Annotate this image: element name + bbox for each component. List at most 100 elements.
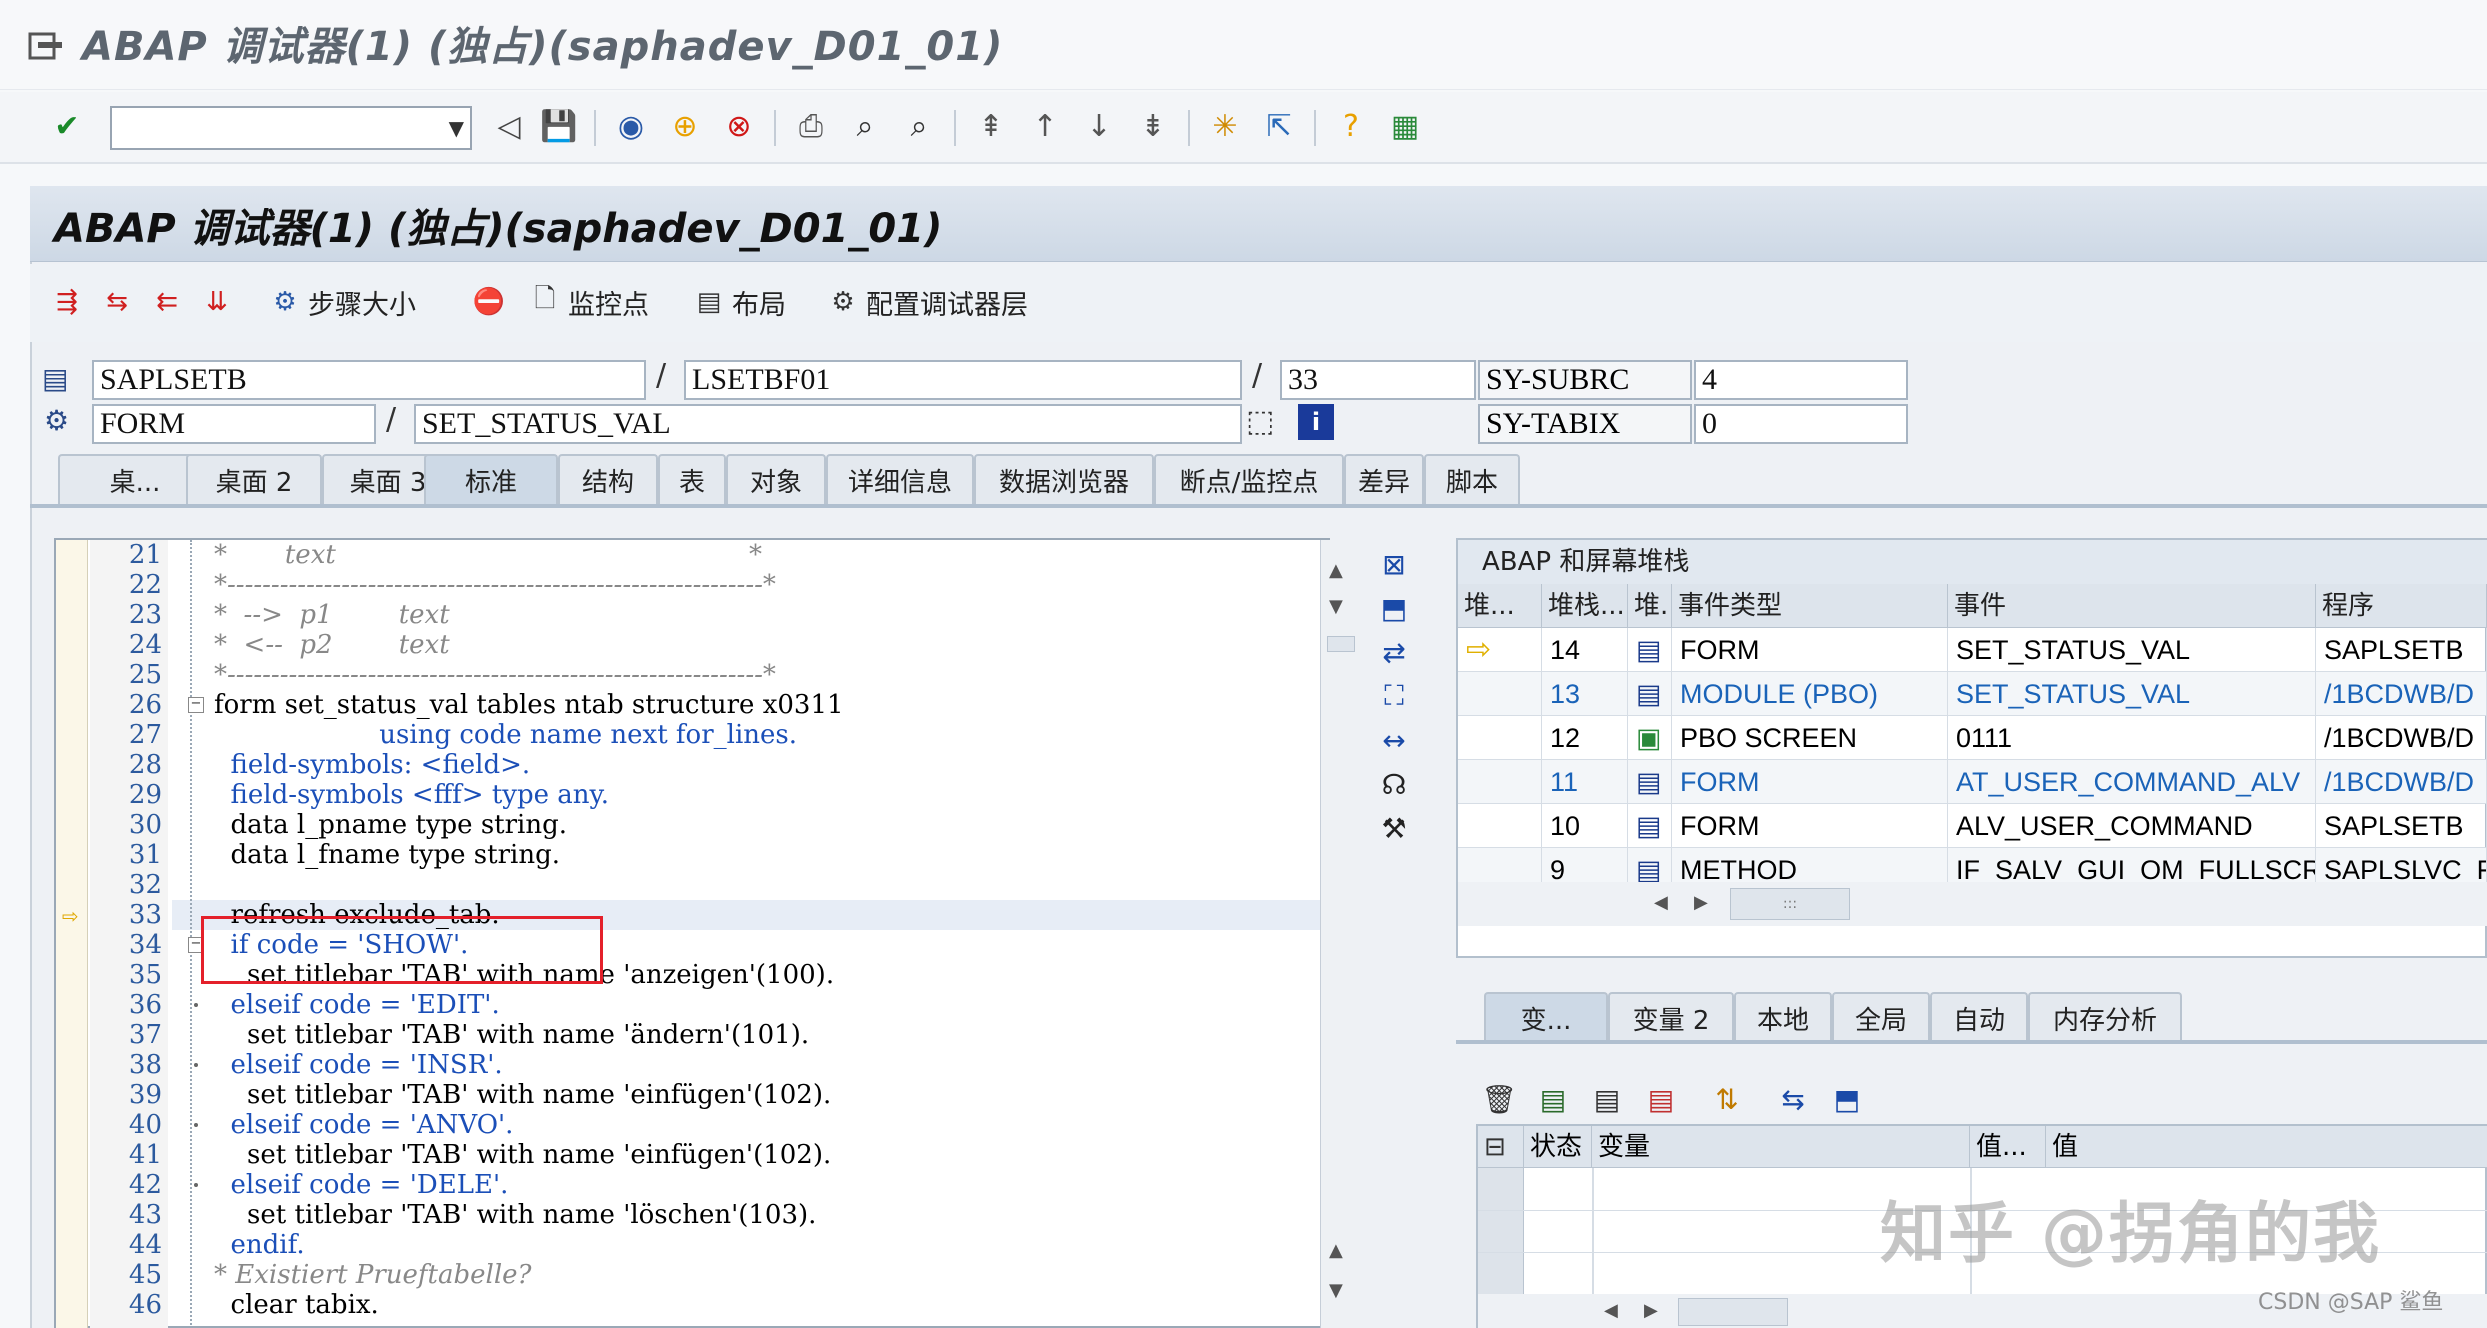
editor-scrollbar[interactable]: ▲ ▼ ▲ ▼ xyxy=(1320,540,1360,1328)
enter-icon[interactable]: ✔ xyxy=(46,106,88,148)
delete-icon[interactable]: 🗑 xyxy=(1478,1078,1520,1120)
close-tool-icon[interactable]: ⊠ xyxy=(1374,544,1414,584)
select-all-icon[interactable]: ⊟ xyxy=(1478,1126,1524,1168)
scroll-right-icon[interactable]: ▶ xyxy=(1644,1300,1658,1321)
step-size-button[interactable]: ⚙ 步骤大小 xyxy=(266,282,416,322)
transfer-icon[interactable]: ⇆ xyxy=(1772,1078,1814,1120)
cancel-icon[interactable]: ⊗ xyxy=(718,106,760,148)
tab-table[interactable]: 表 xyxy=(658,454,726,504)
tab-standard[interactable]: 标准 xyxy=(424,454,558,504)
swap-tool-icon[interactable]: ⇄ xyxy=(1374,632,1414,672)
maximize-tool-icon[interactable]: ⛶ xyxy=(1374,676,1414,716)
command-field[interactable]: ▼ xyxy=(110,106,472,150)
previous-page-icon[interactable]: ↑ xyxy=(1024,106,1066,148)
event-type-field[interactable]: FORM xyxy=(92,404,376,444)
tab-variables-2[interactable]: 变量 2 xyxy=(1608,992,1734,1042)
append-row-icon[interactable]: ▤ xyxy=(1586,1078,1628,1120)
scroll-thumb[interactable] xyxy=(1327,636,1355,652)
tab-auto[interactable]: 自动 xyxy=(1930,992,2028,1042)
sy-subrc-field[interactable]: 4 xyxy=(1694,360,1908,400)
scroll-up-icon[interactable]: ▲ xyxy=(1329,1240,1343,1261)
delete-row-icon[interactable]: ▤ xyxy=(1640,1078,1682,1120)
column-header[interactable]: 堆. xyxy=(1628,584,1672,628)
shortcut-icon[interactable]: ⇱ xyxy=(1258,106,1300,148)
back-arrow-icon[interactable]: ◁ xyxy=(488,106,530,148)
code-line: * <-- p2 text xyxy=(214,630,450,660)
customize-layout-icon[interactable]: ▦ xyxy=(1384,106,1426,148)
new-tool-icon[interactable]: ⬒ xyxy=(1374,588,1414,628)
scroll-thumb[interactable] xyxy=(1678,1298,1788,1326)
stop-button[interactable]: ⛔ xyxy=(470,282,512,322)
help-icon[interactable]: ? xyxy=(1330,106,1372,148)
open-icon[interactable]: ⬒ xyxy=(1826,1078,1868,1120)
tab-data-explorer[interactable]: 数据浏览器 xyxy=(974,454,1154,504)
find-next-icon[interactable]: ⌕ xyxy=(898,106,940,148)
line-field[interactable]: 33 xyxy=(1280,360,1476,400)
stack-row[interactable]: ⇨ 14 ▤ FORM SET_STATUS_VAL SAPLSETB xyxy=(1458,628,2487,672)
include-field[interactable]: LSETBF01 xyxy=(684,360,1242,400)
stack-row[interactable]: 10 ▤ FORM ALV_USER_COMMAND SAPLSETB xyxy=(1458,804,2487,848)
stack-row[interactable]: 12 ▣ PBO SCREEN 0111 /1BCDWB/D xyxy=(1458,716,2487,760)
navigate-icon[interactable]: ⬚ xyxy=(1246,404,1274,439)
first-page-icon[interactable]: ⇞ xyxy=(970,106,1012,148)
return-button[interactable]: ⇇ xyxy=(148,282,190,322)
scroll-right-icon[interactable]: ▶ xyxy=(1694,892,1708,913)
layout-button[interactable]: ▤ 布局 xyxy=(690,282,786,322)
settings-tool-icon[interactable]: ⚒ xyxy=(1374,808,1414,848)
config-layers-button[interactable]: ⚙ 配置调试器层 xyxy=(824,282,1028,322)
tab-details[interactable]: 详细信息 xyxy=(826,454,974,504)
tab-breakpoints[interactable]: 断点/监控点 xyxy=(1154,454,1344,504)
execute-button[interactable]: ⇆ xyxy=(98,282,140,322)
next-page-icon[interactable]: ↓ xyxy=(1078,106,1120,148)
new-session-icon[interactable]: ✳ xyxy=(1204,106,1246,148)
scroll-down-icon[interactable]: ▼ xyxy=(1329,596,1343,617)
stack-row[interactable]: 11 ▤ FORM AT_USER_COMMAND_ALV /1BCDWB/D xyxy=(1458,760,2487,804)
single-step-button[interactable]: ⇶ xyxy=(48,282,90,322)
tab-global[interactable]: 全局 xyxy=(1832,992,1930,1042)
sort-icon[interactable]: ⇅ xyxy=(1706,1078,1748,1120)
tab-variables-1[interactable]: 变... xyxy=(1484,992,1608,1042)
insert-row-icon[interactable]: ▤ xyxy=(1532,1078,1574,1120)
scroll-left-icon[interactable]: ◀ xyxy=(1604,1300,1618,1321)
tab-structure[interactable]: 结构 xyxy=(558,454,658,504)
column-header[interactable]: 事件 xyxy=(1948,584,2316,628)
find-icon[interactable]: ⌕ xyxy=(844,106,886,148)
last-page-icon[interactable]: ⇟ xyxy=(1132,106,1174,148)
column-header[interactable]: 值... xyxy=(1970,1126,2046,1168)
tab-local[interactable]: 本地 xyxy=(1734,992,1832,1042)
print-icon[interactable]: ⎙ xyxy=(790,106,832,148)
stack-horizontal-scrollbar[interactable]: ◀ ▶ ::: xyxy=(1458,882,2487,926)
fold-toggle-icon[interactable]: − xyxy=(188,697,204,713)
column-header[interactable]: 事件类型 xyxy=(1672,584,1948,628)
sy-tabix-field[interactable]: 0 xyxy=(1694,404,1908,444)
back-icon[interactable]: ◉ xyxy=(610,106,652,148)
breakpoint-gutter[interactable] xyxy=(56,540,88,1328)
services-tool-icon[interactable]: ☊ xyxy=(1374,764,1414,804)
scroll-left-icon[interactable]: ◀ xyxy=(1654,892,1668,913)
continue-button[interactable]: ⇊ xyxy=(198,282,240,322)
tab-desktop-2[interactable]: 桌面 2 xyxy=(186,454,322,504)
column-header[interactable]: 程序 xyxy=(2316,584,2487,628)
info-icon[interactable]: i xyxy=(1298,404,1334,440)
window-menu-icon[interactable] xyxy=(28,30,66,62)
tab-objects[interactable]: 对象 xyxy=(726,454,826,504)
column-header[interactable]: 值 xyxy=(2046,1126,2487,1168)
tab-script[interactable]: 脚本 xyxy=(1424,454,1520,504)
scroll-thumb[interactable]: ::: xyxy=(1730,888,1850,920)
tab-diff[interactable]: 差异 xyxy=(1344,454,1424,504)
resize-tool-icon[interactable]: ↔ xyxy=(1374,720,1414,760)
program-field[interactable]: SAPLSETB xyxy=(92,360,646,400)
watchpoint-button[interactable]: 🗋 监控点 xyxy=(526,282,649,322)
stack-row[interactable]: 13 ▤ MODULE (PBO) SET_STATUS_VAL /1BCDWB… xyxy=(1458,672,2487,716)
exit-icon[interactable]: ⊕ xyxy=(664,106,706,148)
column-header[interactable]: 堆栈... xyxy=(1542,584,1628,628)
column-header[interactable]: 堆... xyxy=(1458,584,1542,628)
column-header[interactable]: 状态 xyxy=(1524,1126,1592,1168)
tab-memory-analysis[interactable]: 内存分析 xyxy=(2028,992,2182,1042)
save-icon[interactable]: 💾 xyxy=(538,106,580,148)
scroll-up-icon[interactable]: ▲ xyxy=(1329,560,1343,581)
column-header[interactable]: 变量 xyxy=(1592,1126,1970,1168)
event-name-field[interactable]: SET_STATUS_VAL xyxy=(414,404,1242,444)
scroll-down-icon[interactable]: ▼ xyxy=(1329,1280,1343,1301)
chevron-down-icon[interactable]: ▼ xyxy=(449,116,464,140)
